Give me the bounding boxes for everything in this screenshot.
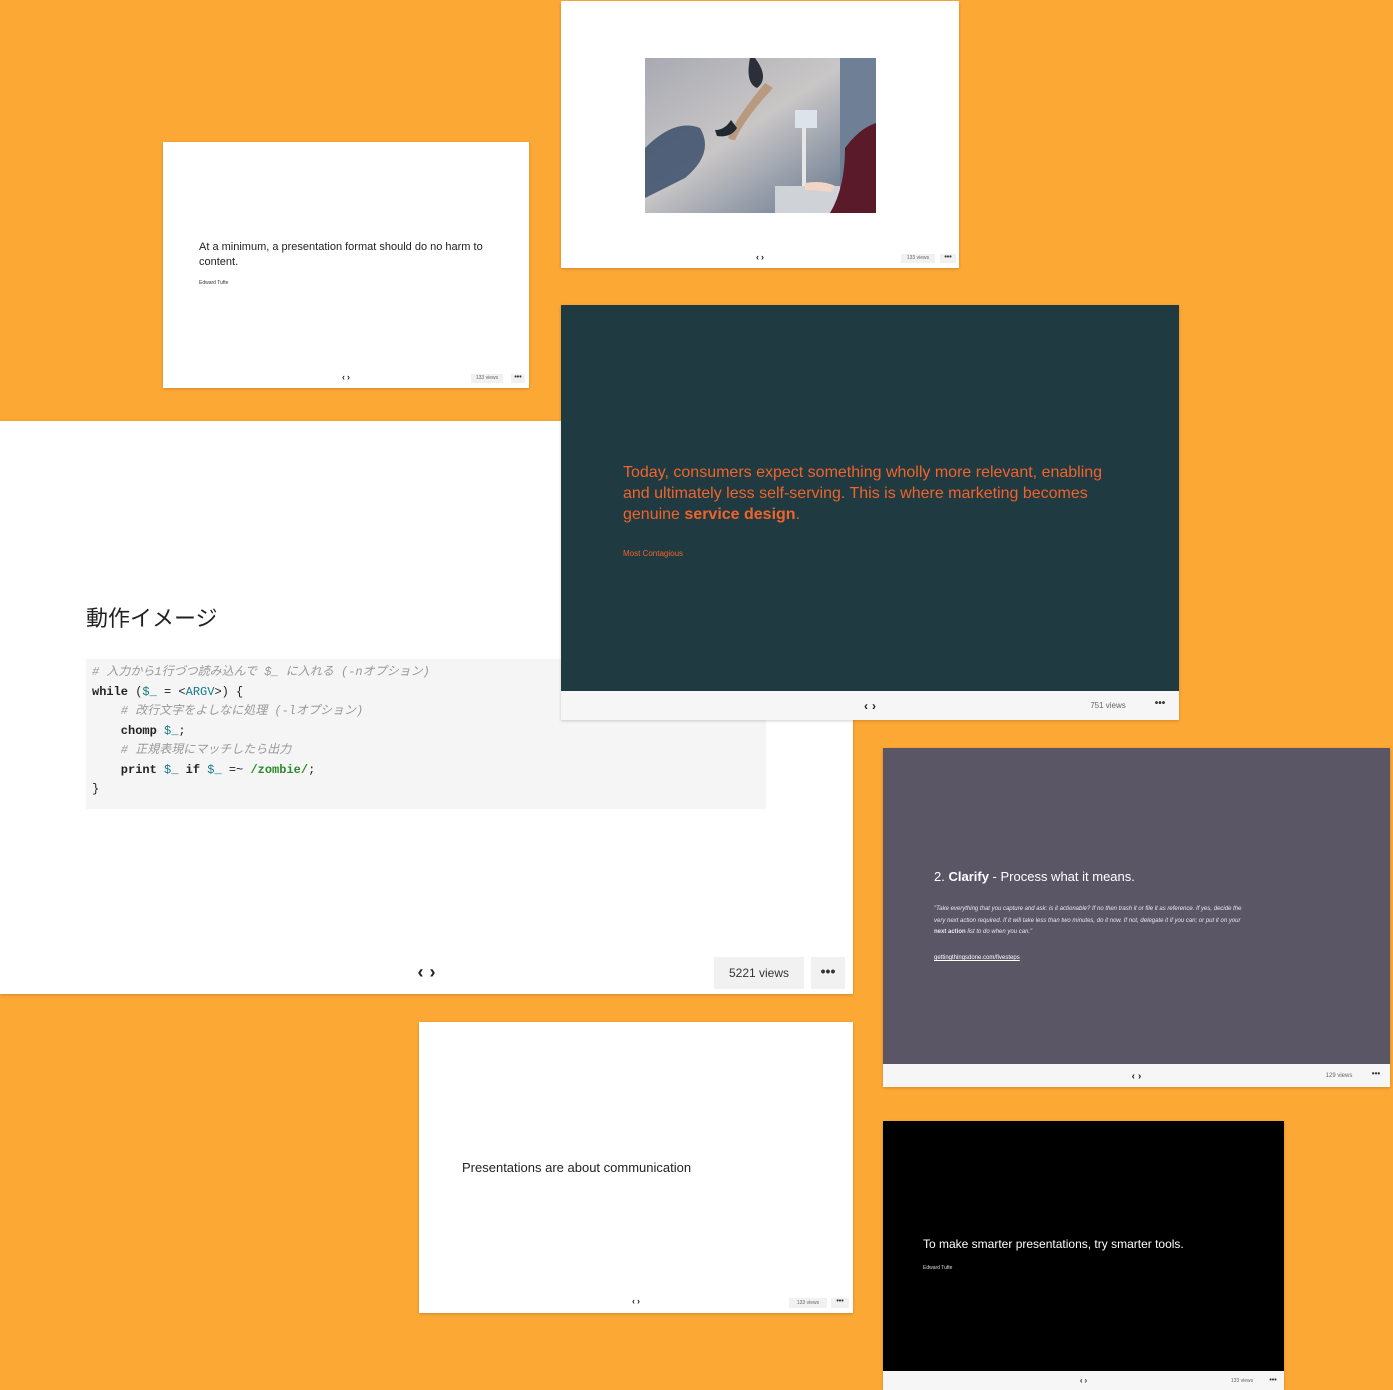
slide-author: Most Contagious: [623, 549, 684, 558]
code-variable: $_: [142, 684, 157, 699]
code-variable: $_: [207, 762, 222, 777]
more-options-icon[interactable]: •••: [1266, 1377, 1280, 1386]
slide-controls: ‹ ›: [883, 1065, 1390, 1087]
body-end: list to do when you can.": [965, 929, 1033, 935]
source-link[interactable]: gettingthingsdone.com/fivesteps: [934, 955, 1020, 961]
slide-author: Edward Tufte: [923, 1265, 953, 1271]
slide-quote-text: Today, consumers expect something wholly…: [623, 462, 1123, 525]
quote-emphasis: service design: [684, 506, 796, 523]
body-emphasis: next action: [934, 929, 966, 935]
view-count: 133 views: [1230, 1378, 1254, 1384]
slide-text: Presentations are about communication: [462, 1160, 692, 1175]
view-count: 133 views: [471, 374, 503, 383]
slide-card-photo[interactable]: ‹ › 133 views •••: [561, 1, 959, 268]
slide-card-smarter-tools[interactable]: To make smarter presentations, try smart…: [883, 1121, 1284, 1390]
next-arrow-icon[interactable]: ›: [1138, 1071, 1141, 1082]
prev-arrow-icon[interactable]: ‹: [418, 962, 424, 983]
next-arrow-icon[interactable]: ›: [637, 1296, 640, 1306]
code-variable: ARGV: [185, 684, 215, 699]
code-text: (: [128, 684, 143, 699]
more-options-icon[interactable]: •••: [1151, 699, 1169, 712]
next-arrow-icon[interactable]: ›: [430, 962, 436, 983]
more-options-icon[interactable]: •••: [940, 254, 956, 263]
slide-controls: ‹ ›: [561, 248, 959, 266]
slide-heading: 2. Clarify - Process what it means.: [934, 869, 1135, 884]
view-count: 129 views: [1325, 1073, 1353, 1079]
slide-controls: ‹ ›: [419, 1291, 853, 1311]
heading-text: - Process what it means.: [988, 869, 1135, 884]
code-keyword: chomp: [92, 723, 165, 738]
more-options-icon[interactable]: •••: [1368, 1070, 1384, 1082]
body-text: "Take everything that you capture and as…: [934, 906, 1242, 924]
prev-arrow-icon[interactable]: ‹: [864, 699, 868, 713]
code-keyword: if: [178, 762, 208, 777]
next-arrow-icon[interactable]: ›: [761, 252, 764, 262]
slide-quote-text: At a minimum, a presentation format shou…: [199, 241, 483, 268]
code-text: ;: [308, 762, 316, 777]
code-comment: # 改行文字をよしなに処理 (-lオプション): [92, 704, 364, 718]
slide-author: Edward Tufte: [199, 280, 229, 286]
code-text: ;: [178, 723, 186, 738]
slide-text: To make smarter presentations, try smart…: [923, 1237, 1184, 1251]
prev-arrow-icon[interactable]: ‹: [632, 1296, 635, 1306]
view-count: 133 views: [789, 1298, 827, 1308]
slide-card-tufte-quote[interactable]: At a minimum, a presentation format shou…: [163, 142, 529, 388]
view-count: 133 views: [901, 254, 935, 263]
code-comment: # 正規表現にマッチしたら出力: [92, 743, 292, 757]
slide-body: "Take everything that you capture and as…: [934, 904, 1254, 939]
code-text: >) {: [214, 684, 244, 699]
code-regex: /zombie/: [250, 762, 309, 777]
view-count: 751 views: [1090, 701, 1126, 710]
code-comment: # 入力から1行づつ読み込んで $_ に入れる (-nオプション): [92, 665, 430, 679]
slide-canvas: Today, consumers expect something wholly…: [561, 305, 1179, 691]
slide-canvas: To make smarter presentations, try smart…: [883, 1121, 1284, 1371]
code-variable: $_: [164, 762, 179, 777]
code-text: = <: [156, 684, 186, 699]
next-arrow-icon[interactable]: ›: [347, 372, 350, 382]
next-arrow-icon[interactable]: ›: [1085, 1376, 1088, 1385]
prev-arrow-icon[interactable]: ‹: [1132, 1071, 1135, 1082]
slide-canvas: 2. Clarify - Process what it means. "Tak…: [883, 748, 1390, 1064]
slide-card-clarify[interactable]: 2. Clarify - Process what it means. "Tak…: [883, 748, 1390, 1087]
more-options-icon[interactable]: •••: [831, 1298, 849, 1308]
heading-number: 2.: [934, 869, 949, 884]
slide-title: 動作イメージ: [86, 606, 218, 631]
more-options-icon[interactable]: •••: [811, 957, 845, 989]
slide-card-teal-quote[interactable]: Today, consumers expect something wholly…: [561, 305, 1179, 720]
code-text: =~: [221, 762, 251, 777]
prev-arrow-icon[interactable]: ‹: [1080, 1376, 1083, 1385]
heading-emphasis: Clarify: [948, 869, 989, 884]
code-keyword: print: [92, 762, 165, 777]
code-variable: $_: [164, 723, 179, 738]
next-arrow-icon[interactable]: ›: [872, 699, 876, 713]
slide-photo: [645, 58, 876, 213]
code-keyword: while: [92, 684, 129, 699]
prev-arrow-icon[interactable]: ‹: [756, 252, 759, 262]
slide-controls: ‹ ›: [883, 1371, 1284, 1389]
view-count: 5221 views: [714, 957, 804, 989]
more-options-icon[interactable]: •••: [511, 374, 525, 383]
quote-end: .: [795, 506, 801, 523]
prev-arrow-icon[interactable]: ‹: [342, 372, 345, 382]
code-text: }: [92, 782, 100, 796]
slide-card-communication[interactable]: Presentations are about communication ‹ …: [419, 1022, 853, 1313]
